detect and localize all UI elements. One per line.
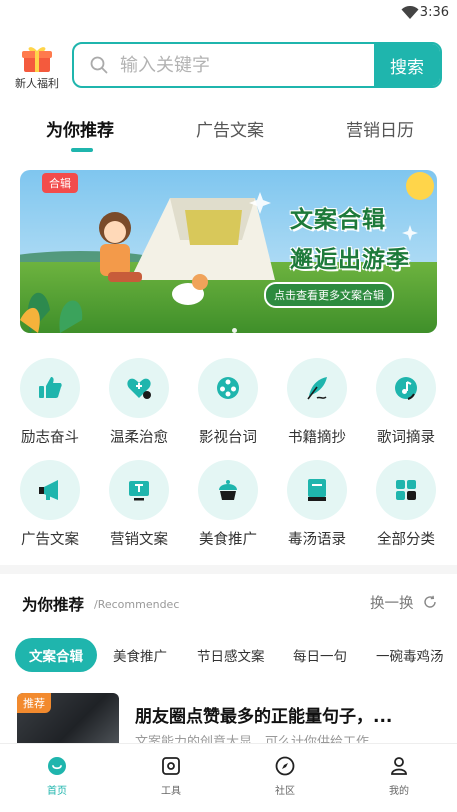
category-marketing-copy[interactable]: 营销文案 xyxy=(101,460,177,549)
category-label: 营销文案 xyxy=(110,532,168,548)
tab-marketing-calendar[interactable]: 营销日历 xyxy=(346,116,414,141)
status-time: 3:36 xyxy=(419,5,449,20)
category-all[interactable]: 全部分类 xyxy=(368,460,444,549)
tools-icon xyxy=(161,757,181,780)
search-input[interactable] xyxy=(120,44,370,86)
category-toxic-quotes[interactable]: 毒汤语录 xyxy=(279,460,355,549)
article-card[interactable]: 推荐 朋友圈点赞最多的正能量句子，... 文案能力的创意大显，可么计你供给工作.… xyxy=(0,693,457,743)
chip-daily-quote[interactable]: 每日一句 xyxy=(293,638,347,672)
nav-label: 我的 xyxy=(389,786,409,797)
category-label: 温柔治愈 xyxy=(110,430,168,446)
nav-community[interactable]: 社区 xyxy=(255,756,315,797)
banner-tag: 合辑 xyxy=(42,173,78,193)
refresh-icon[interactable] xyxy=(423,594,437,613)
bottom-nav: 首页 工具 社区 我的 xyxy=(0,743,457,812)
category-label: 广告文案 xyxy=(21,532,79,548)
tab-active-indicator xyxy=(71,148,93,152)
category-book-excerpts[interactable]: 书籍摘抄 xyxy=(279,358,355,447)
heart-plus-icon xyxy=(109,358,169,418)
compass-icon xyxy=(275,756,295,780)
category-label: 毒汤语录 xyxy=(288,532,346,548)
chip-food-promo[interactable]: 美食推广 xyxy=(113,638,167,672)
wifi-icon xyxy=(401,5,419,24)
carousel-indicator xyxy=(232,318,242,333)
article-thumbnail: 推荐 xyxy=(17,693,119,743)
nav-tools[interactable]: 工具 xyxy=(141,756,201,797)
banner-cta-button[interactable]: 点击查看更多文案合辑 xyxy=(264,282,394,308)
promo-banner[interactable]: 合辑 文案合辑 邂逅出游季 点击查看更多文案合辑 xyxy=(20,170,437,333)
monitor-t-icon xyxy=(109,460,169,520)
chip-toxic-soup[interactable]: 一碗毒鸡汤 xyxy=(376,638,444,672)
category-label: 美食推广 xyxy=(199,532,257,548)
tab-recommend[interactable]: 为你推荐 xyxy=(46,116,114,141)
header: 新人福利 搜索 xyxy=(0,38,457,96)
user-icon xyxy=(389,757,409,780)
search-button[interactable]: 搜索 xyxy=(374,44,440,86)
gift-label: 新人福利 xyxy=(15,77,59,90)
film-reel-icon xyxy=(198,358,258,418)
home-icon xyxy=(47,757,67,780)
topic-chips: 文案合辑 美食推广 节日感文案 每日一句 一碗毒鸡汤 xyxy=(0,638,457,674)
article-tag: 推荐 xyxy=(17,693,51,713)
category-label: 歌词摘录 xyxy=(377,430,435,446)
category-inspiration[interactable]: 励志奋斗 xyxy=(12,358,88,447)
chip-festival-copy[interactable]: 节日感文案 xyxy=(197,638,265,672)
search-icon xyxy=(90,56,108,78)
grid-icon xyxy=(376,460,436,520)
tab-ad-copy[interactable]: 广告文案 xyxy=(196,116,264,141)
category-label: 全部分类 xyxy=(377,532,435,548)
book-icon xyxy=(287,460,347,520)
article-subtitle: 文案能力的创意大显，可么计你供给工作... xyxy=(135,735,382,743)
banner-title-line1: 文案合辑 xyxy=(290,207,386,233)
search-bar: 搜索 xyxy=(72,42,442,88)
section-divider xyxy=(0,565,457,574)
recommend-header: 为你推荐 /Recommendec 换一换 xyxy=(0,590,457,616)
category-film-lines[interactable]: 影视台词 xyxy=(190,358,266,447)
nav-label: 首页 xyxy=(47,786,67,797)
nav-label: 工具 xyxy=(161,786,181,797)
nav-home[interactable]: 首页 xyxy=(27,756,87,797)
music-disc-icon xyxy=(376,358,436,418)
cake-icon xyxy=(198,460,258,520)
banner-title-line2: 邂逅出游季 xyxy=(290,247,410,273)
category-label: 影视台词 xyxy=(199,430,257,446)
new-user-gift-button[interactable]: 新人福利 xyxy=(14,44,60,91)
category-food-promo[interactable]: 美食推广 xyxy=(190,460,266,549)
thumbs-up-icon xyxy=(20,358,80,418)
recommend-title: 为你推荐 xyxy=(22,596,85,614)
recommend-subtitle: /Recommendec xyxy=(94,598,180,611)
category-label: 书籍摘抄 xyxy=(288,430,346,446)
chip-collection[interactable]: 文案合辑 xyxy=(15,638,97,672)
nav-label: 社区 xyxy=(275,786,295,797)
category-lyrics[interactable]: 歌词摘录 xyxy=(368,358,444,447)
article-title: 朋友圈点赞最多的正能量句子，... xyxy=(135,707,393,727)
refresh-button[interactable]: 换一换 xyxy=(370,592,414,613)
top-tabs: 为你推荐 广告文案 营销日历 xyxy=(0,110,457,160)
nav-profile[interactable]: 我的 xyxy=(369,756,429,797)
category-healing[interactable]: 温柔治愈 xyxy=(101,358,177,447)
category-label: 励志奋斗 xyxy=(21,430,79,446)
category-ad-copy[interactable]: 广告文案 xyxy=(12,460,88,549)
gift-box-icon xyxy=(14,44,60,74)
status-bar: 3:36 xyxy=(0,0,457,26)
feather-pen-icon xyxy=(287,358,347,418)
megaphone-icon xyxy=(20,460,80,520)
